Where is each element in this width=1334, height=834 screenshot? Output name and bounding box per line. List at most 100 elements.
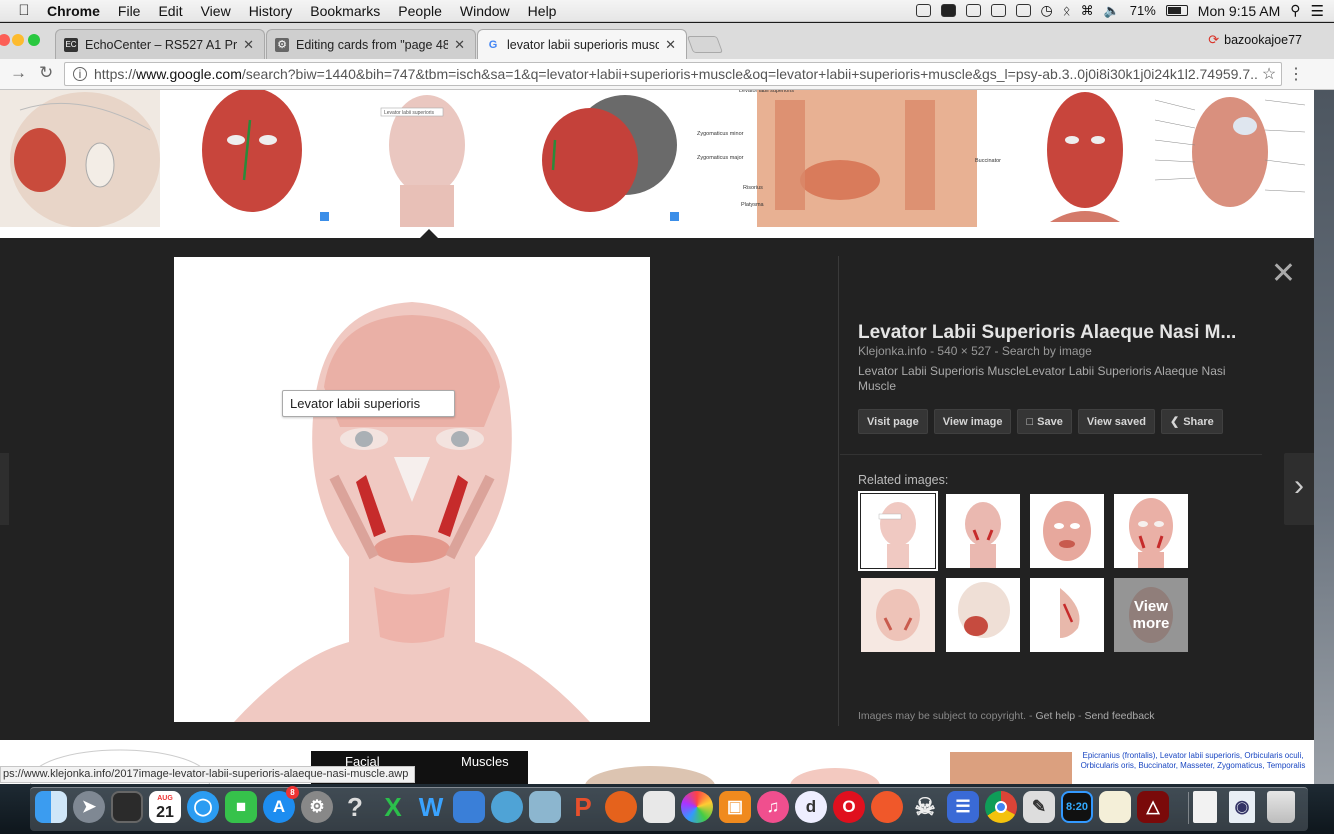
view-saved-button[interactable]: View saved (1077, 409, 1155, 434)
preview-image[interactable]: Levator labii superioris (174, 257, 650, 722)
mail-icon[interactable] (643, 791, 675, 823)
clock-icon[interactable]: 8:20 (1061, 791, 1093, 823)
system-preferences-icon[interactable]: ⚙ (301, 791, 333, 823)
view-more-tile[interactable]: View more (1114, 578, 1188, 652)
status-icon-1[interactable] (915, 4, 931, 17)
chrome-icon[interactable] (985, 791, 1017, 823)
finder-icon[interactable] (35, 791, 67, 823)
menu-window[interactable]: Window (451, 3, 519, 19)
preview-icon[interactable] (529, 791, 561, 823)
menu-bookmarks[interactable]: Bookmarks (301, 3, 389, 19)
result-thumb-3[interactable]: Levator labii superioris (345, 90, 510, 227)
related-image-4[interactable] (1114, 494, 1188, 568)
powerpoint-icon[interactable]: P (567, 791, 599, 823)
tab-echocenter[interactable]: EC EchoCenter – RS527 A1 Pre-D ✕ (55, 29, 265, 59)
brush-icon[interactable]: ✎ (1023, 791, 1055, 823)
menu-file[interactable]: File (109, 3, 150, 19)
notes-icon[interactable]: ☰ (947, 791, 979, 823)
previous-image-button[interactable] (0, 453, 9, 525)
tab-close-icon[interactable]: ✕ (243, 37, 254, 53)
visit-page-button[interactable]: Visit page (858, 409, 928, 434)
search-by-image-link[interactable]: Search by image (1002, 344, 1092, 358)
status-icon-4[interactable] (990, 4, 1006, 17)
facetime-icon[interactable]: ■ (225, 791, 257, 823)
file-icon[interactable] (1193, 791, 1217, 823)
related-image-5[interactable] (861, 578, 935, 652)
source-site[interactable]: Klejonka.info (858, 344, 927, 358)
menu-help[interactable]: Help (519, 3, 566, 19)
teams-icon[interactable] (453, 791, 485, 823)
share-button[interactable]: ❮ Share (1160, 409, 1223, 434)
ibooks-icon[interactable]: ▣ (719, 791, 751, 823)
preview-doc-icon[interactable]: ◉ (1229, 791, 1255, 823)
photos-icon[interactable] (681, 791, 713, 823)
status-icon-2[interactable] (940, 4, 956, 17)
send-feedback-link[interactable]: Send feedback (1084, 710, 1154, 722)
result-thumb-5[interactable]: Levator labii superioris Zygomaticus min… (695, 90, 1030, 227)
window-zoom-button[interactable] (28, 34, 40, 46)
result-thumb-2[interactable] (170, 90, 335, 227)
menu-edit[interactable]: Edit (149, 3, 191, 19)
get-help-link[interactable]: Get help (1035, 710, 1075, 722)
app-menu[interactable]: Chrome (38, 3, 109, 19)
next-image-button[interactable]: › (1284, 453, 1314, 525)
clock[interactable]: Mon 9:15 AM (1198, 3, 1281, 19)
calendar-icon[interactable]: AUG 21 (149, 791, 181, 823)
forward-arrow-icon[interactable]: → (10, 63, 27, 83)
menu-view[interactable]: View (192, 3, 240, 19)
related-image-3[interactable] (1030, 494, 1104, 568)
window-minimize-button[interactable] (12, 34, 24, 46)
address-bar[interactable]: i https://www.google.com/search?biw=1440… (64, 62, 1282, 86)
notification-center-icon[interactable]: ☰ (1311, 2, 1324, 20)
apple-menu-icon[interactable]:  (10, 2, 38, 19)
muscle-list-thumb[interactable]: Epicranius (frontalis), Levator labii su… (1073, 751, 1313, 784)
url-text[interactable]: https://www.google.com/search?biw=1440&b… (94, 66, 1257, 82)
save-button[interactable]: □ Save (1017, 409, 1072, 434)
acrobat-icon[interactable]: △ (1137, 791, 1169, 823)
opera-icon[interactable]: O (833, 791, 865, 823)
close-preview-icon[interactable]: ✕ (1271, 256, 1296, 291)
site-info-icon[interactable]: i (73, 67, 87, 81)
preview-title[interactable]: Levator Labii Superioris Alaeque Nasi M.… (858, 322, 1258, 344)
firefox-dev-icon[interactable] (871, 791, 903, 823)
related-image-1[interactable] (858, 491, 938, 571)
dashboard-icon[interactable] (111, 791, 143, 823)
result-thumb-7[interactable] (1150, 90, 1310, 227)
disk-icon[interactable]: d (795, 791, 827, 823)
result-thumb-1[interactable] (0, 90, 160, 227)
profile-button[interactable]: ⟳ bazookajoe77 (1208, 32, 1302, 48)
result-thumb-4[interactable] (520, 90, 685, 227)
spotlight-search-icon[interactable]: ⚲ (1290, 2, 1300, 19)
bluetooth-icon[interactable]: ᛟ (1063, 3, 1071, 18)
firefox-icon[interactable] (605, 791, 637, 823)
trash-icon[interactable] (1267, 791, 1295, 823)
view-image-button[interactable]: View image (933, 409, 1012, 434)
related-image-2[interactable] (946, 494, 1020, 568)
wifi-icon[interactable]: ⌘ (1081, 3, 1094, 19)
tab-close-icon[interactable]: ✕ (665, 37, 676, 53)
textedit-icon[interactable] (1099, 791, 1131, 823)
battery-percent[interactable]: 71% (1130, 3, 1156, 18)
reload-icon[interactable]: ↻ (39, 63, 53, 83)
result-thumb-6[interactable] (1030, 90, 1140, 227)
word-icon[interactable]: W (415, 791, 447, 823)
related-image-7[interactable] (1030, 578, 1104, 652)
menu-people[interactable]: People (389, 3, 451, 19)
messages-icon[interactable]: ◯ (187, 791, 219, 823)
excel-icon[interactable]: X (377, 791, 409, 823)
tab-google-images[interactable]: G levator labii superioris muscle ✕ (477, 29, 687, 59)
launchpad-icon[interactable]: ➤ (73, 791, 105, 823)
new-tab-button[interactable] (686, 36, 724, 53)
app-store-icon[interactable]: A8 (263, 786, 299, 823)
help-icon[interactable]: ? (339, 791, 371, 823)
menu-history[interactable]: History (240, 3, 302, 19)
status-icon-3[interactable] (965, 4, 981, 17)
bookmark-star-icon[interactable]: ☆ (1257, 64, 1281, 84)
battery-icon[interactable] (1165, 5, 1188, 16)
skull-icon[interactable]: ☠ (909, 791, 941, 823)
network-icon[interactable] (491, 791, 523, 823)
related-image-6[interactable] (946, 578, 1020, 652)
window-close-button[interactable] (0, 34, 10, 46)
tab-close-icon[interactable]: ✕ (454, 37, 465, 53)
tab-editing-cards[interactable]: ⚙ Editing cards from "page 48-5 ✕ (266, 29, 476, 59)
